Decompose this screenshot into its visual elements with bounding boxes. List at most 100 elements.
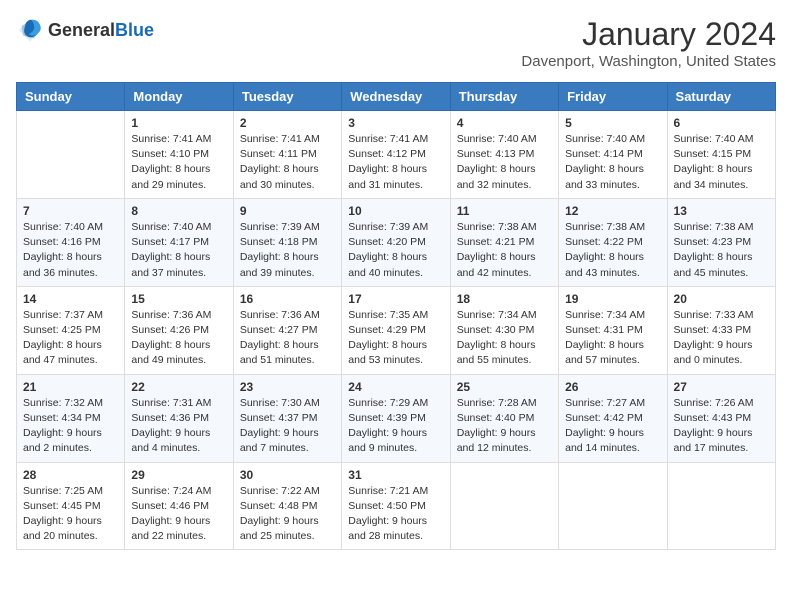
day-cell: 15Sunrise: 7:36 AMSunset: 4:26 PMDayligh…	[125, 286, 233, 374]
week-row-5: 28 Sunrise: 7:25 AMSunset: 4:45 PMDayligh…	[17, 462, 776, 550]
day-cell	[450, 462, 558, 550]
day-detail: Sunrise: 7:40 AMSunset: 4:13 PMDaylight:…	[457, 132, 552, 193]
day-cell: 31 Sunrise: 7:21 AMSunset: 4:50 PMDayligh…	[342, 462, 450, 550]
day-number: 3	[348, 116, 443, 130]
day-cell: 5 Sunrise: 7:40 AMSunset: 4:14 PMDaylight…	[559, 111, 667, 199]
calendar-header: SundayMondayTuesdayWednesdayThursdayFrid…	[17, 83, 776, 111]
calendar-body: 1 Sunrise: 7:41 AMSunset: 4:10 PMDaylight…	[17, 111, 776, 550]
day-detail: Sunrise: 7:39 AMSunset: 4:18 PMDaylight:…	[240, 220, 335, 281]
logo-blue: Blue	[115, 20, 154, 40]
day-detail: Sunrise: 7:22 AMSunset: 4:48 PMDaylight:…	[240, 484, 335, 545]
day-cell: 21Sunrise: 7:32 AMSunset: 4:34 PMDayligh…	[17, 374, 125, 462]
day-cell: 30Sunrise: 7:22 AMSunset: 4:48 PMDayligh…	[233, 462, 341, 550]
day-detail: Sunrise: 7:27 AMSunset: 4:42 PMDaylight:…	[565, 396, 660, 457]
day-header-thursday: Thursday	[450, 83, 558, 111]
day-number: 31	[348, 468, 443, 482]
day-number: 8	[131, 204, 226, 218]
logo: GeneralBlue	[16, 16, 154, 44]
day-number: 2	[240, 116, 335, 130]
day-detail: Sunrise: 7:25 AMSunset: 4:45 PMDaylight:…	[23, 484, 118, 545]
day-cell: 20 Sunrise: 7:33 AMSunset: 4:33 PMDayligh…	[667, 286, 775, 374]
day-cell: 6 Sunrise: 7:40 AMSunset: 4:15 PMDaylight…	[667, 111, 775, 199]
week-row-2: 7Sunrise: 7:40 AMSunset: 4:16 PMDaylight…	[17, 198, 776, 286]
week-row-1: 1 Sunrise: 7:41 AMSunset: 4:10 PMDaylight…	[17, 111, 776, 199]
day-detail: Sunrise: 7:37 AMSunset: 4:25 PMDaylight:…	[23, 308, 118, 369]
day-number: 28	[23, 468, 118, 482]
day-detail: Sunrise: 7:38 AMSunset: 4:23 PMDaylight:…	[674, 220, 769, 281]
day-cell: 19 Sunrise: 7:34 AMSunset: 4:31 PMDayligh…	[559, 286, 667, 374]
day-detail: Sunrise: 7:41 AMSunset: 4:11 PMDaylight:…	[240, 132, 335, 193]
day-cell: 17Sunrise: 7:35 AMSunset: 4:29 PMDayligh…	[342, 286, 450, 374]
day-detail: Sunrise: 7:31 AMSunset: 4:36 PMDaylight:…	[131, 396, 226, 457]
day-detail: Sunrise: 7:39 AMSunset: 4:20 PMDaylight:…	[348, 220, 443, 281]
day-detail: Sunrise: 7:29 AMSunset: 4:39 PMDaylight:…	[348, 396, 443, 457]
day-detail: Sunrise: 7:32 AMSunset: 4:34 PMDaylight:…	[23, 396, 118, 457]
day-cell: 7Sunrise: 7:40 AMSunset: 4:16 PMDaylight…	[17, 198, 125, 286]
day-detail: Sunrise: 7:41 AMSunset: 4:10 PMDaylight:…	[131, 132, 226, 193]
logo-text: GeneralBlue	[48, 20, 154, 41]
day-number: 29	[131, 468, 226, 482]
day-cell: 10 Sunrise: 7:39 AMSunset: 4:20 PMDayligh…	[342, 198, 450, 286]
page-header: GeneralBlue January 2024 Davenport, Wash…	[16, 16, 776, 70]
logo-icon	[16, 16, 44, 44]
day-number: 27	[674, 380, 769, 394]
header-row: SundayMondayTuesdayWednesdayThursdayFrid…	[17, 83, 776, 111]
day-cell	[667, 462, 775, 550]
day-cell: 3Sunrise: 7:41 AMSunset: 4:12 PMDaylight…	[342, 111, 450, 199]
day-cell: 24Sunrise: 7:29 AMSunset: 4:39 PMDayligh…	[342, 374, 450, 462]
day-cell: 25 Sunrise: 7:28 AMSunset: 4:40 PMDayligh…	[450, 374, 558, 462]
day-number: 12	[565, 204, 660, 218]
day-detail: Sunrise: 7:40 AMSunset: 4:17 PMDaylight:…	[131, 220, 226, 281]
calendar-table: SundayMondayTuesdayWednesdayThursdayFrid…	[16, 82, 776, 550]
day-number: 25	[457, 380, 552, 394]
day-detail: Sunrise: 7:40 AMSunset: 4:15 PMDaylight:…	[674, 132, 769, 193]
day-number: 11	[457, 204, 552, 218]
day-cell: 4 Sunrise: 7:40 AMSunset: 4:13 PMDaylight…	[450, 111, 558, 199]
day-cell	[559, 462, 667, 550]
day-detail: Sunrise: 7:34 AMSunset: 4:30 PMDaylight:…	[457, 308, 552, 369]
day-cell: 8 Sunrise: 7:40 AMSunset: 4:17 PMDaylight…	[125, 198, 233, 286]
logo-general: General	[48, 20, 115, 40]
day-cell: 16 Sunrise: 7:36 AMSunset: 4:27 PMDayligh…	[233, 286, 341, 374]
day-number: 19	[565, 292, 660, 306]
day-cell: 23Sunrise: 7:30 AMSunset: 4:37 PMDayligh…	[233, 374, 341, 462]
day-cell: 22Sunrise: 7:31 AMSunset: 4:36 PMDayligh…	[125, 374, 233, 462]
day-cell: 29Sunrise: 7:24 AMSunset: 4:46 PMDayligh…	[125, 462, 233, 550]
day-number: 4	[457, 116, 552, 130]
day-header-saturday: Saturday	[667, 83, 775, 111]
day-detail: Sunrise: 7:33 AMSunset: 4:33 PMDaylight:…	[674, 308, 769, 369]
day-number: 18	[457, 292, 552, 306]
day-header-friday: Friday	[559, 83, 667, 111]
day-number: 1	[131, 116, 226, 130]
day-detail: Sunrise: 7:28 AMSunset: 4:40 PMDaylight:…	[457, 396, 552, 457]
day-header-monday: Monday	[125, 83, 233, 111]
day-cell: 1 Sunrise: 7:41 AMSunset: 4:10 PMDaylight…	[125, 111, 233, 199]
title-area: January 2024 Davenport, Washington, Unit…	[521, 16, 776, 70]
week-row-4: 21Sunrise: 7:32 AMSunset: 4:34 PMDayligh…	[17, 374, 776, 462]
day-header-tuesday: Tuesday	[233, 83, 341, 111]
day-number: 23	[240, 380, 335, 394]
day-number: 16	[240, 292, 335, 306]
day-number: 26	[565, 380, 660, 394]
day-number: 10	[348, 204, 443, 218]
day-number: 9	[240, 204, 335, 218]
month-title: January 2024	[521, 16, 776, 53]
day-number: 20	[674, 292, 769, 306]
day-number: 17	[348, 292, 443, 306]
day-cell: 2 Sunrise: 7:41 AMSunset: 4:11 PMDaylight…	[233, 111, 341, 199]
day-number: 6	[674, 116, 769, 130]
day-detail: Sunrise: 7:21 AMSunset: 4:50 PMDaylight:…	[348, 484, 443, 545]
day-cell: 12Sunrise: 7:38 AMSunset: 4:22 PMDayligh…	[559, 198, 667, 286]
day-cell: 26 Sunrise: 7:27 AMSunset: 4:42 PMDayligh…	[559, 374, 667, 462]
day-cell: 9 Sunrise: 7:39 AMSunset: 4:18 PMDaylight…	[233, 198, 341, 286]
day-cell: 18 Sunrise: 7:34 AMSunset: 4:30 PMDayligh…	[450, 286, 558, 374]
day-detail: Sunrise: 7:40 AMSunset: 4:16 PMDaylight:…	[23, 220, 118, 281]
day-detail: Sunrise: 7:40 AMSunset: 4:14 PMDaylight:…	[565, 132, 660, 193]
day-number: 15	[131, 292, 226, 306]
location-title: Davenport, Washington, United States	[521, 53, 776, 70]
day-cell: 13Sunrise: 7:38 AMSunset: 4:23 PMDayligh…	[667, 198, 775, 286]
day-cell: 11Sunrise: 7:38 AMSunset: 4:21 PMDayligh…	[450, 198, 558, 286]
day-number: 5	[565, 116, 660, 130]
day-detail: Sunrise: 7:34 AMSunset: 4:31 PMDaylight:…	[565, 308, 660, 369]
day-detail: Sunrise: 7:36 AMSunset: 4:27 PMDaylight:…	[240, 308, 335, 369]
